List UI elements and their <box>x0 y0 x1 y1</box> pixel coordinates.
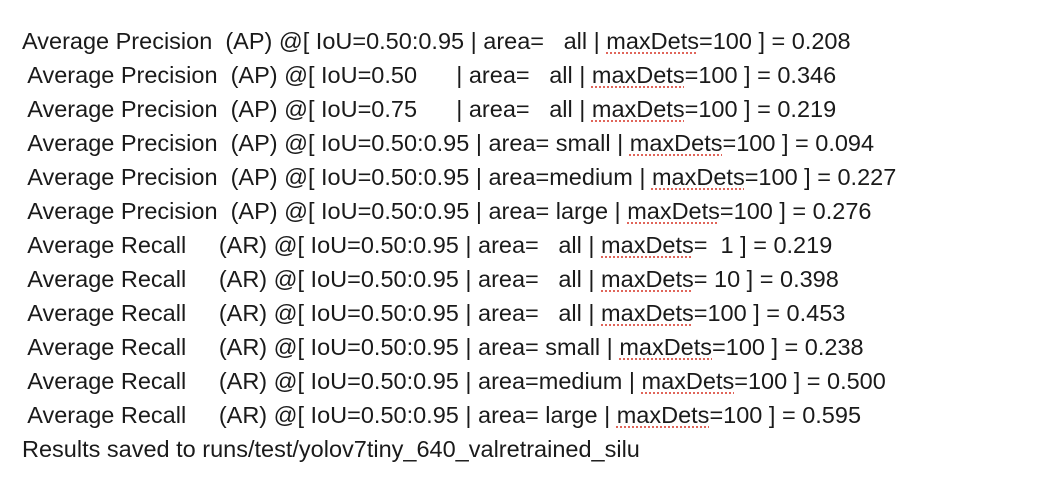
metric-text: Average Recall (AR) @[ IoU=0.50:0.95 | a… <box>22 300 602 326</box>
text-document[interactable]: Average Precision (AP) @[ IoU=0.50:0.95 … <box>22 24 1052 466</box>
metric-line: Average Precision (AP) @[ IoU=0.50:0.95 … <box>22 126 1052 160</box>
spellcheck-flagged-word[interactable]: maxDets <box>606 28 699 54</box>
spellcheck-flagged-word[interactable]: maxDets <box>592 62 685 88</box>
spellcheck-flagged-word[interactable]: maxDets <box>601 266 694 292</box>
spellcheck-flagged-word[interactable]: maxDets <box>601 300 694 326</box>
metric-line: Average Recall (AR) @[ IoU=0.50:0.95 | a… <box>22 228 1052 262</box>
metric-text: Average Precision (AP) @[ IoU=0.50:0.95 … <box>22 28 607 54</box>
metric-text: Average Precision (AP) @[ IoU=0.50:0.95 … <box>22 198 628 224</box>
metric-value: =100 ] = 0.208 <box>698 28 851 54</box>
metric-text: Average Recall (AR) @[ IoU=0.50:0.95 | a… <box>22 334 620 360</box>
metric-value: =100 ] = 0.500 <box>734 368 886 394</box>
metric-line: Average Precision (AP) @[ IoU=0.50:0.95 … <box>22 24 1052 58</box>
metric-text: Average Recall (AR) @[ IoU=0.50:0.95 | a… <box>22 266 602 292</box>
metric-line: Average Recall (AR) @[ IoU=0.50:0.95 | a… <box>22 398 1052 432</box>
metric-text: Average Recall (AR) @[ IoU=0.50:0.95 | a… <box>22 368 642 394</box>
metric-value: =100 ] = 0.346 <box>684 62 837 88</box>
metric-line: Average Recall (AR) @[ IoU=0.50:0.95 | a… <box>22 262 1052 296</box>
metric-line: Average Recall (AR) @[ IoU=0.50:0.95 | a… <box>22 364 1052 398</box>
metric-value: =100 ] = 0.595 <box>709 402 862 428</box>
spellcheck-flagged-word[interactable]: maxDets <box>619 334 712 360</box>
metric-value: = 10 ] = 0.398 <box>693 266 839 292</box>
metric-line: Average Recall (AR) @[ IoU=0.50:0.95 | a… <box>22 330 1052 364</box>
metric-line: Average Precision (AP) @[ IoU=0.50:0.95 … <box>22 160 1052 194</box>
metric-text: Average Precision (AP) @[ IoU=0.50 | are… <box>22 62 592 88</box>
metric-value: =100 ] = 0.227 <box>744 164 897 190</box>
metric-line: Average Precision (AP) @[ IoU=0.50:0.95 … <box>22 194 1052 228</box>
metric-value: =100 ] = 0.453 <box>693 300 846 326</box>
spellcheck-flagged-word[interactable]: maxDets <box>592 96 685 122</box>
spellcheck-flagged-word[interactable]: maxDets <box>630 130 723 156</box>
metric-value: = 1 ] = 0.219 <box>693 232 833 258</box>
metric-text: Average Precision (AP) @[ IoU=0.50:0.95 … <box>22 164 652 190</box>
metric-text: Average Recall (AR) @[ IoU=0.50:0.95 | a… <box>22 232 602 258</box>
metric-value: =100 ] = 0.276 <box>719 198 872 224</box>
metric-value: =100 ] = 0.238 <box>712 334 864 360</box>
metric-line: Average Precision (AP) @[ IoU=0.50 | are… <box>22 58 1052 92</box>
metric-text: Average Precision (AP) @[ IoU=0.75 | are… <box>22 96 592 122</box>
spellcheck-flagged-word[interactable]: maxDets <box>617 402 710 428</box>
spellcheck-flagged-word[interactable]: maxDets <box>627 198 720 224</box>
spellcheck-flagged-word[interactable]: maxDets <box>642 368 735 394</box>
spellcheck-flagged-word[interactable]: maxDets <box>652 164 745 190</box>
metric-line: Average Precision (AP) @[ IoU=0.75 | are… <box>22 92 1052 126</box>
metric-text: Average Precision (AP) @[ IoU=0.50:0.95 … <box>22 130 630 156</box>
results-saved-line: Results saved to runs/test/yolov7tiny_64… <box>22 436 640 462</box>
metric-value: =100 ] = 0.094 <box>722 130 875 156</box>
metric-text: Average Recall (AR) @[ IoU=0.50:0.95 | a… <box>22 402 617 428</box>
metric-line: Average Recall (AR) @[ IoU=0.50:0.95 | a… <box>22 296 1052 330</box>
metric-value: =100 ] = 0.219 <box>684 96 837 122</box>
spellcheck-flagged-word[interactable]: maxDets <box>601 232 694 258</box>
